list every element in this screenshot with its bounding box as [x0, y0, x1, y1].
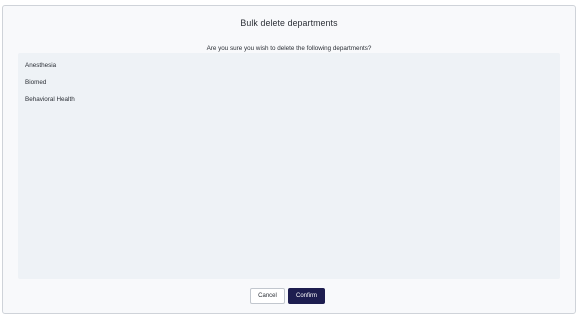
confirm-button[interactable]: Confirm — [288, 288, 325, 304]
screen: Bulk delete departments Are you sure you… — [0, 0, 578, 316]
dialog-message: Are you sure you wish to delete the foll… — [206, 45, 372, 52]
dialog-title: Bulk delete departments — [240, 18, 338, 28]
list-item: Behavioral Health — [25, 96, 75, 103]
departments-list: Anesthesia Biomed Behavioral Health — [18, 53, 560, 279]
cancel-button[interactable]: Cancel — [250, 288, 285, 304]
list-item: Biomed — [25, 79, 47, 86]
bulk-delete-dialog: Bulk delete departments Are you sure you… — [2, 5, 576, 314]
dialog-footer: Cancel Confirm — [3, 288, 575, 304]
list-item: Anesthesia — [25, 62, 57, 69]
